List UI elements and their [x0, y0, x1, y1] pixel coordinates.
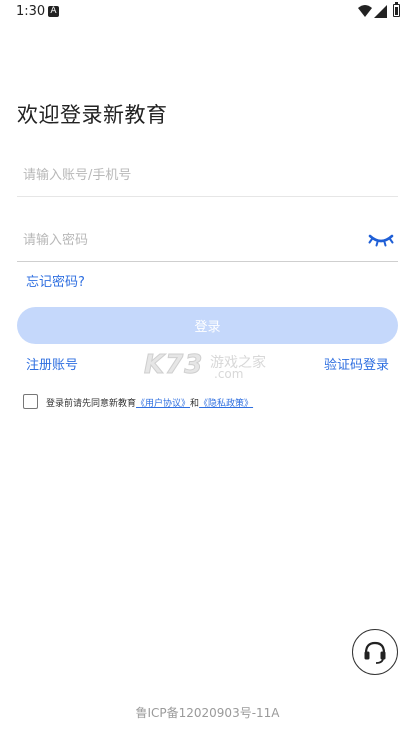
watermark: K73 游戏之家 .com [142, 350, 274, 384]
customer-support-button[interactable] [352, 629, 398, 675]
watermark-domain: .com [214, 367, 244, 381]
user-agreement-link[interactable]: 《用户协议》 [136, 399, 190, 409]
status-time: 1:30 [16, 4, 46, 19]
watermark-brand: K73 [143, 350, 204, 381]
password-field [17, 225, 398, 262]
agreement-prefix: 登录前请先同意新教育 [46, 399, 137, 409]
account-input[interactable] [17, 160, 363, 190]
sms-login-link[interactable]: 验证码登录 [324, 354, 389, 373]
forgot-password-link[interactable]: 忘记密码? [26, 271, 85, 290]
eye-closed-icon[interactable] [368, 233, 394, 247]
account-field [17, 160, 398, 197]
signal-icon [374, 5, 387, 18]
headset-icon [364, 641, 386, 664]
wifi-icon [358, 5, 372, 17]
footer-icp: 鲁ICP备12020903号-11A [135, 706, 280, 720]
privacy-policy-link[interactable]: 《隐私政策》 [199, 399, 253, 409]
password-input[interactable] [17, 225, 363, 255]
status-bar: 1:30 A [0, 0, 415, 24]
agreement-and: 和 [190, 399, 200, 409]
battery-icon [393, 2, 400, 17]
page-title: 欢迎登录新教育 [17, 103, 168, 127]
agreement-text: 登录前请先同意新教育《用户协议》和《隐私政策》 [46, 396, 253, 409]
login-button[interactable]: 登录 [17, 307, 398, 344]
register-link[interactable]: 注册账号 [26, 354, 78, 373]
agreement-checkbox[interactable] [23, 394, 38, 409]
app-notification-icon: A [48, 6, 59, 17]
